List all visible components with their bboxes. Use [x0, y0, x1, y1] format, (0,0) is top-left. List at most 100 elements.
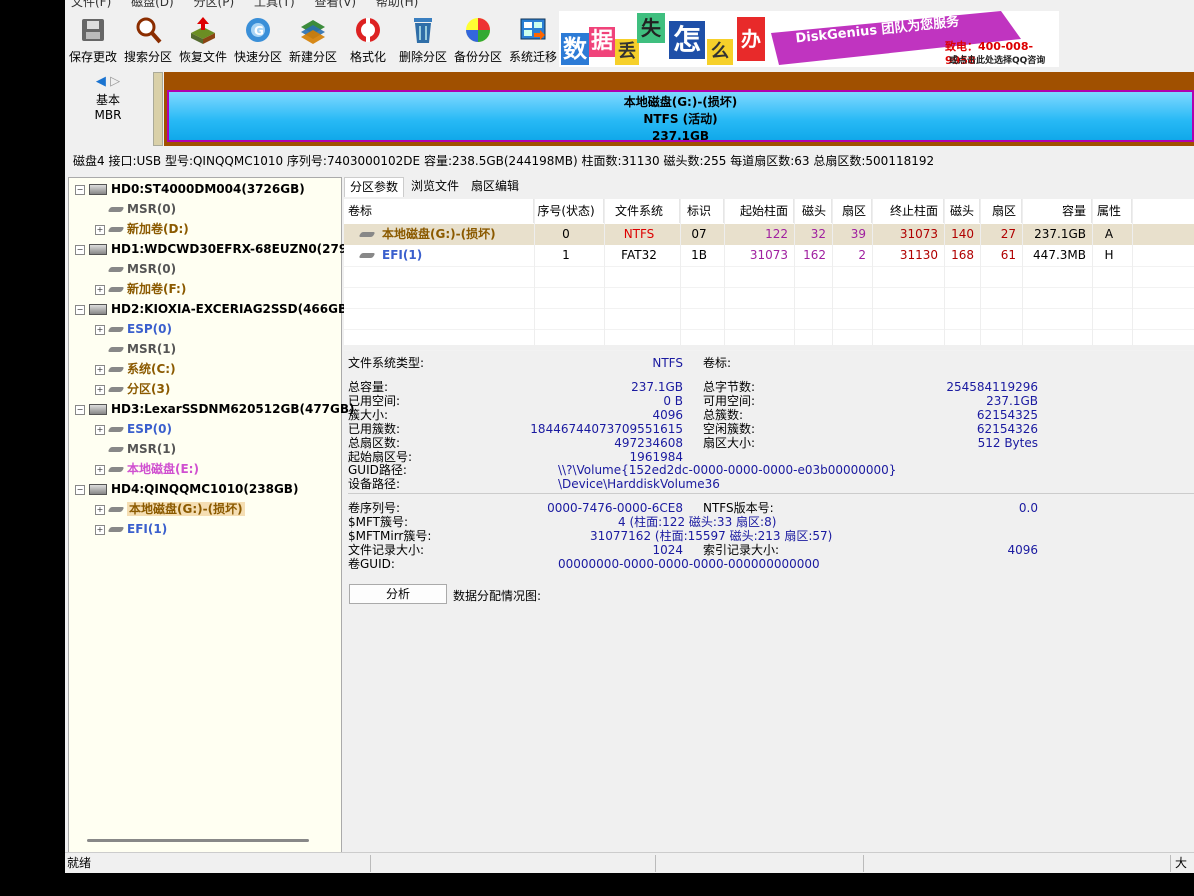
caps-lock-indicator: 大写 — [1175, 856, 1188, 870]
backup-icon — [463, 15, 493, 45]
tree-disk-node[interactable]: +−HD4:QINQQMC1010(238GB) — [75, 479, 298, 499]
detail-value: 497234608 — [614, 436, 683, 450]
ad-banner[interactable]: 数 据 丢 失 怎 么 办 DiskGenius 团队为您服务 致电：400-0… — [559, 11, 1059, 67]
table-row[interactable]: EFI(1) 1 FAT32 1B 31073 162 2 31130 168 61 447.3MB… — [344, 245, 1194, 266]
tree-volume-node[interactable]: MSR(1) — [95, 339, 176, 359]
banner-char: 办 — [737, 17, 765, 61]
collapse-toggle-icon[interactable]: − — [75, 304, 85, 315]
column-header[interactable]: 文件系统 — [604, 199, 680, 223]
search-partition-button[interactable]: 搜索分区 — [120, 12, 176, 68]
tree-volume-node[interactable]: + 本地磁盘(E:) — [95, 459, 199, 479]
tree-disk-node[interactable]: +−HD1:WDCWD30EFRX-68EUZN0(2795GB) — [75, 239, 380, 259]
tree-volume-node[interactable]: + ESP(0) — [95, 419, 172, 439]
tree-volume-node[interactable]: + 分区(3) — [95, 379, 170, 399]
detail-label: 扇区大小: — [703, 436, 756, 450]
column-header[interactable]: 容量 — [1022, 199, 1092, 223]
tree-volume-node[interactable]: + 本地磁盘(G:)-(损坏) — [95, 499, 245, 519]
table-cell: 1B — [691, 248, 707, 262]
quick-partition-button[interactable]: G 快速分区 — [230, 12, 286, 68]
tree-volume-node[interactable]: + 新加卷(F:) — [95, 279, 186, 299]
column-header[interactable]: 扇区 — [980, 199, 1022, 223]
tab-browse-files[interactable]: 浏览文件 — [406, 177, 464, 196]
column-header[interactable]: 终止柱面 — [872, 199, 944, 223]
banner-qq-link[interactable]: 或点击此处选择QQ咨询 — [949, 53, 1045, 66]
disk-nav-arrows[interactable]: ◀ ▷ — [65, 74, 151, 89]
column-header[interactable]: 磁头 — [794, 199, 832, 223]
tree-volume-node[interactable]: + ESP(0) — [95, 319, 172, 339]
hard-disk-icon — [89, 484, 107, 495]
system-migrate-button[interactable]: 系统迁移 — [505, 12, 561, 68]
file-record-size-label: 文件记录大小: — [348, 543, 425, 557]
tree-volume-node[interactable]: MSR(0) — [95, 259, 176, 279]
partition-block[interactable]: 本地磁盘(G:)-(损坏) NTFS (活动) 237.1GB — [167, 90, 1194, 143]
tree-disk-node[interactable]: +−HD3:LexarSSDNM620512GB(477GB) — [75, 399, 355, 419]
tree-horizontal-scrollbar[interactable] — [87, 839, 309, 842]
analyze-button[interactable]: 分析 — [349, 584, 447, 604]
restore-files-button[interactable]: 恢复文件 — [175, 12, 231, 68]
column-header[interactable]: 卷标 — [348, 199, 534, 223]
volume-icon — [107, 447, 125, 452]
detail-label: 空闲簇数: — [703, 422, 756, 436]
column-header[interactable]: 序号(状态) — [534, 199, 604, 223]
detail-label: 可用空间: — [703, 394, 756, 408]
tree-disk-node[interactable]: +−HD0:ST4000DM004(3726GB) — [75, 179, 305, 199]
expand-toggle-icon[interactable]: + — [95, 224, 105, 235]
new-partition-button[interactable]: 新建分区 — [285, 12, 341, 68]
expand-toggle-icon[interactable]: + — [95, 284, 105, 295]
tree-volume-node[interactable]: + EFI(1) — [95, 519, 167, 539]
prev-disk-icon[interactable]: ◀ — [96, 74, 106, 89]
save-button[interactable]: 保存更改 — [65, 12, 121, 68]
format-icon — [353, 15, 383, 45]
disk-map-scroll-handle[interactable] — [153, 72, 163, 146]
detail-value: 237.1GB — [986, 394, 1038, 408]
disk-tree[interactable]: +−HD0:ST4000DM004(3726GB)MSR(0)+新加卷(D:)+… — [68, 177, 380, 859]
column-divider — [872, 199, 873, 345]
index-record-size-value: 4096 — [1007, 543, 1038, 557]
table-cell: 31130 — [899, 248, 938, 262]
tab-partition-params[interactable]: 分区参数 — [344, 177, 405, 197]
expand-toggle-icon[interactable]: + — [95, 364, 105, 375]
volume-icon — [107, 327, 125, 332]
column-header[interactable]: 属性 — [1092, 199, 1132, 223]
partition-bar[interactable]: 本地磁盘(G:)-(损坏) NTFS (活动) 237.1GB — [164, 72, 1194, 146]
volume-label-label: 卷标: — [703, 356, 732, 370]
tree-volume-node[interactable]: MSR(0) — [95, 199, 176, 219]
device-path-value: \Device\HarddiskVolume36 — [558, 477, 720, 491]
tree-volume-node[interactable]: MSR(1) — [95, 439, 176, 459]
collapse-toggle-icon[interactable]: − — [75, 184, 85, 195]
expand-toggle-icon[interactable]: + — [95, 464, 105, 475]
expand-toggle-icon[interactable]: + — [95, 524, 105, 535]
search-icon — [133, 15, 163, 45]
collapse-toggle-icon[interactable]: − — [75, 244, 85, 255]
mft-value: 4 (柱面:122 磁头:33 扇区:8) — [618, 515, 777, 529]
tree-disk-node[interactable]: +−HD2:KIOXIA-EXCERIAG2SSD(466GB) — [75, 299, 353, 319]
backup-partition-button[interactable]: 备份分区 — [450, 12, 506, 68]
format-button[interactable]: 格式化 — [340, 12, 396, 68]
column-header[interactable]: 起始柱面 — [724, 199, 794, 223]
file-record-size-value: 1024 — [652, 543, 683, 557]
column-divider — [680, 199, 681, 345]
disk-nav: ◀ ▷ 基本 MBR — [65, 68, 151, 146]
tree-volume-node[interactable]: + 系统(C:) — [95, 359, 176, 379]
expand-toggle-icon[interactable]: + — [95, 384, 105, 395]
expand-toggle-icon[interactable]: + — [95, 324, 105, 335]
fs-type-value: NTFS — [652, 356, 683, 370]
status-text: 就绪 — [67, 856, 92, 870]
column-header[interactable]: 磁头 — [944, 199, 980, 223]
table-row[interactable]: 本地磁盘(G:)-(损坏) 0 NTFS 07 122 32 39 31073 140 27 237… — [344, 224, 1194, 245]
tab-sector-edit[interactable]: 扇区编辑 — [466, 177, 524, 196]
collapse-toggle-icon[interactable]: − — [75, 484, 85, 495]
expand-toggle-icon[interactable]: + — [95, 504, 105, 515]
tree-volume-node[interactable]: + 新加卷(D:) — [95, 219, 189, 239]
tree-node-label: HD3:LexarSSDNM620512GB(477GB) — [111, 402, 355, 416]
delete-partition-button[interactable]: 删除分区 — [395, 12, 451, 68]
status-divider — [863, 855, 864, 872]
expand-toggle-icon[interactable]: + — [95, 424, 105, 435]
next-disk-icon[interactable]: ▷ — [110, 74, 120, 89]
column-header[interactable]: 标识 — [680, 199, 724, 223]
detail-label: 起始扇区号: — [348, 450, 413, 464]
status-divider — [370, 855, 371, 872]
column-header[interactable]: 扇区 — [832, 199, 872, 223]
serial-label: 卷序列号: — [348, 501, 401, 515]
collapse-toggle-icon[interactable]: − — [75, 404, 85, 415]
